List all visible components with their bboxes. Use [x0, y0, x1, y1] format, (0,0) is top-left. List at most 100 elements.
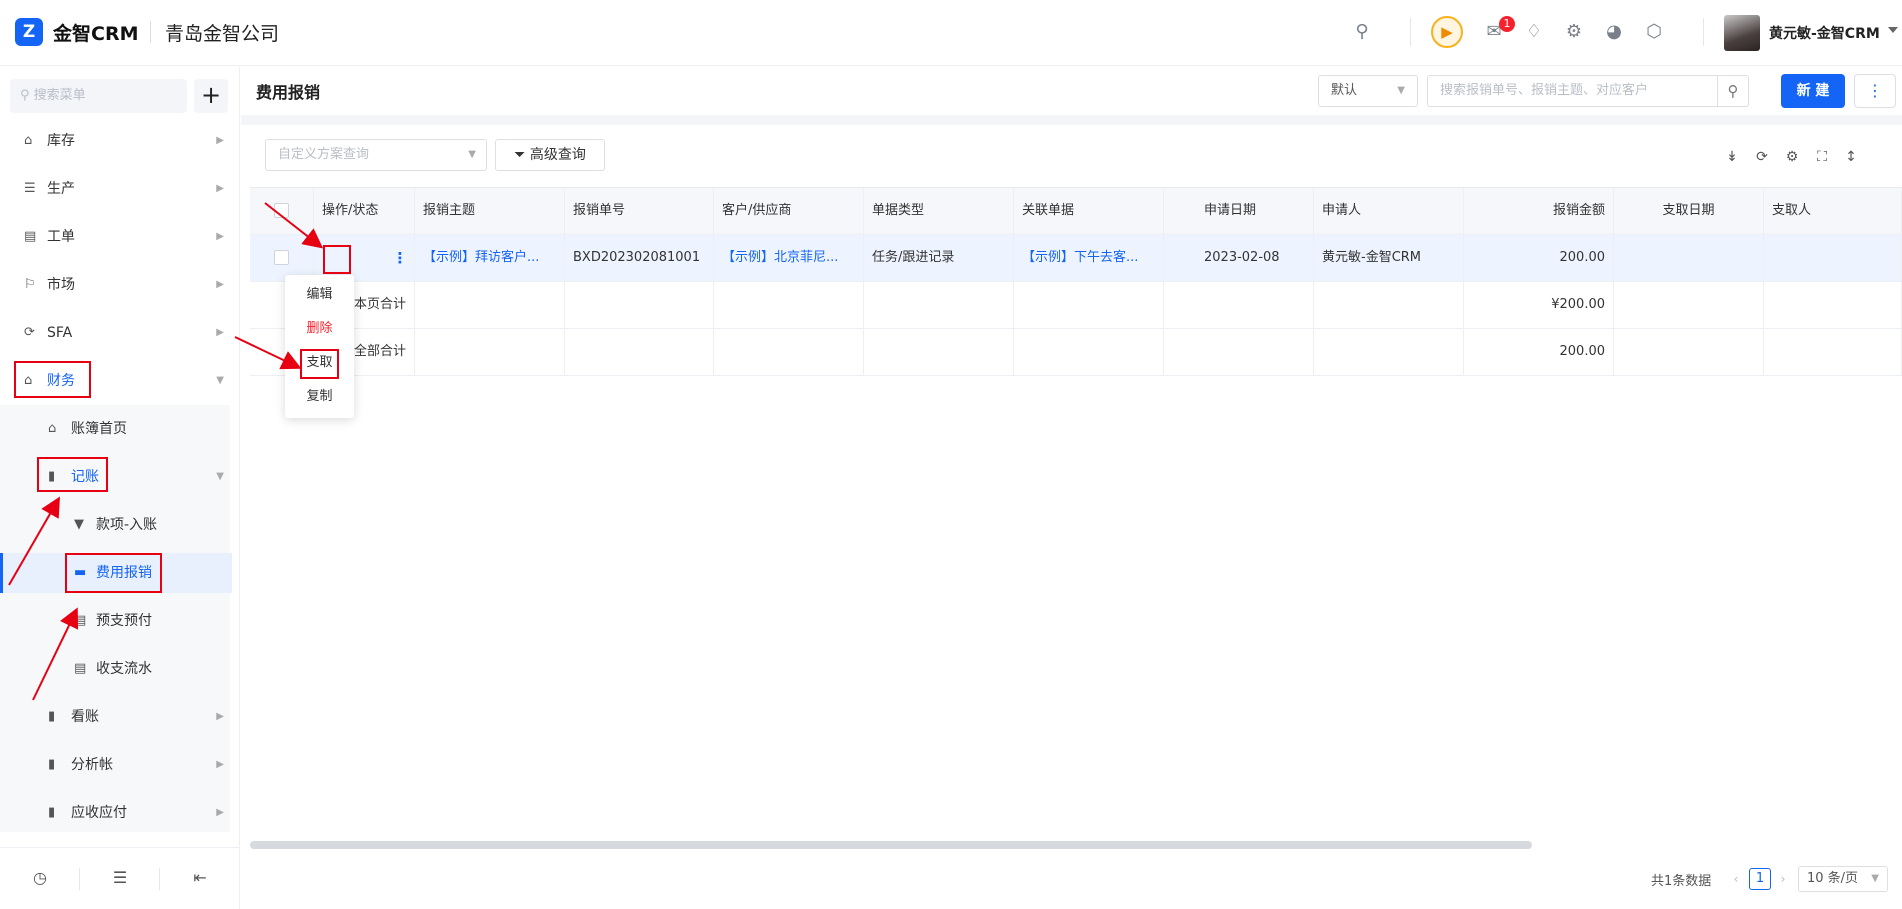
page-total-row: 本页合计 ¥200.00: [250, 282, 1902, 329]
chevron-down-icon[interactable]: [1888, 27, 1898, 33]
subject-link[interactable]: 【示例】拜访客户...: [415, 235, 565, 282]
sidebar-item-ledger-home[interactable]: ⌂ 账簿首页: [0, 409, 232, 449]
highlight-finance: [14, 361, 91, 398]
expand-all-icon[interactable]: ↡: [1722, 147, 1742, 167]
chevron-down-icon: ▼: [468, 149, 476, 160]
search-icon[interactable]: ⚲: [1351, 21, 1373, 43]
customer-link[interactable]: 【示例】北京菲尼...: [714, 235, 864, 282]
production-icon: ☰: [24, 181, 36, 196]
collapse-menu-icon[interactable]: ⇤: [188, 866, 212, 890]
footer-divider: [79, 868, 80, 890]
highlight-bookkeeping: [37, 457, 108, 492]
sidebar-item-label: 分析帐: [71, 757, 113, 773]
chevron-right-icon: ▶: [216, 711, 224, 722]
table-row[interactable]: ⋮ ■ 【示例】拜访客户... BXD202302081001 【示例】北京菲尼…: [250, 235, 1902, 282]
gear-icon[interactable]: ⚙: [1563, 21, 1585, 43]
menu-item-delete[interactable]: 删除: [285, 313, 354, 345]
sidebar-item-receivable[interactable]: ▮ 应收应付 ▶: [0, 793, 232, 833]
pie-chart-icon[interactable]: ◕: [1603, 21, 1625, 43]
sidebar-item-analysis[interactable]: ▮ 分析帐 ▶: [0, 745, 232, 785]
search-icon[interactable]: ⚲: [1717, 75, 1749, 107]
expense-search-input[interactable]: 搜索报销单号、报销主题、对应客户: [1427, 75, 1717, 107]
column-header[interactable]: 支取人: [1764, 188, 1902, 235]
add-menu-button[interactable]: +: [194, 79, 228, 113]
receipt-icon: ▼: [74, 517, 84, 532]
sidebar-item-sfa[interactable]: ⟳ SFA ▶: [0, 313, 232, 353]
sidebar-item-work-order[interactable]: ▤ 工单 ▶: [0, 217, 232, 257]
sliders-icon[interactable]: ☰: [108, 866, 132, 890]
sidebar-item-inventory[interactable]: ⌂ 库存 ▶: [0, 121, 232, 161]
sfa-icon: ⟳: [24, 325, 35, 340]
sidebar: ⚲ 搜索菜单 + ⌂ 库存 ▶ ☰ 生产 ▶ ▤ 工单 ▶ ⚐ 市场 ▶ ⟳ S…: [0, 67, 240, 909]
chevron-down-icon: ▼: [216, 375, 224, 386]
column-header[interactable]: 单据类型: [864, 188, 1014, 235]
chevron-right-icon: ▶: [216, 231, 224, 242]
highlight-row-more: [323, 245, 351, 274]
footer-divider: [159, 868, 160, 890]
sidebar-item-label: 款项-入账: [96, 517, 158, 533]
column-header[interactable]: 客户/供应商: [714, 188, 864, 235]
column-header[interactable]: 申请人: [1314, 188, 1464, 235]
header-divider: [1703, 18, 1704, 46]
advanced-query-button[interactable]: ⏷ 高级查询: [495, 139, 605, 171]
column-header[interactable]: 报销金额: [1464, 188, 1614, 235]
ledger-icon: ▤: [74, 661, 87, 676]
row-more-icon[interactable]: ⋮: [391, 247, 409, 269]
horizontal-scrollbar[interactable]: [250, 841, 1532, 849]
menu-item-edit[interactable]: 编辑: [285, 279, 354, 311]
sidebar-item-label: 预支预付: [96, 613, 152, 629]
next-page-icon[interactable]: ›: [1775, 868, 1791, 890]
header-divider: [150, 21, 151, 43]
top-header: Z 金智CRM 青岛金智公司 ⚲ ▶ ✉ 1 ♢ ⚙ ◕ ⬡ 黄元敏-金智CRM: [0, 0, 1902, 66]
settings-icon[interactable]: ⚙: [1782, 147, 1802, 167]
table-header: 操作/状态 报销主题 报销单号 客户/供应商 单据类型 关联单据 申请日期 申请…: [250, 188, 1902, 235]
more-actions-button[interactable]: ⋮: [1854, 74, 1896, 108]
folder-icon: ▮: [48, 805, 56, 820]
sidebar-item-prepay[interactable]: ▤ 预支预付: [0, 601, 232, 641]
row-height-icon[interactable]: ↕: [1841, 147, 1861, 167]
page-total-amount: ¥200.00: [1464, 282, 1614, 329]
folder-icon: ▮: [48, 757, 56, 772]
sidebar-item-market[interactable]: ⚐ 市场 ▶: [0, 265, 232, 305]
speaker-icon[interactable]: ▶: [1431, 16, 1463, 48]
bell-icon[interactable]: ♢: [1523, 21, 1545, 43]
user-name[interactable]: 黄元敏-金智CRM: [1769, 23, 1880, 43]
history-icon[interactable]: ◷: [28, 866, 52, 890]
refresh-icon[interactable]: ⟳: [1752, 147, 1772, 167]
sidebar-item-payment-entry[interactable]: ▼ 款项-入账: [0, 505, 232, 545]
column-header[interactable]: 支取日期: [1614, 188, 1764, 235]
all-total-row: 全部合计 200.00: [250, 329, 1902, 376]
column-header[interactable]: 操作/状态: [314, 188, 415, 235]
expense-table: 操作/状态 报销主题 报销单号 客户/供应商 单据类型 关联单据 申请日期 申请…: [250, 187, 1902, 376]
sidebar-item-bookkeeping[interactable]: ▮ 记账 ▼: [0, 457, 232, 497]
doc-type: 任务/跟进记录: [864, 235, 1014, 282]
fullscreen-icon[interactable]: ⛶: [1812, 147, 1832, 167]
chevron-down-icon: ▼: [1397, 85, 1405, 96]
menu-search-input[interactable]: ⚲ 搜索菜单: [10, 79, 187, 113]
new-button[interactable]: 新 建: [1781, 74, 1845, 108]
page-size-select[interactable]: 10 条/页 ▼: [1798, 866, 1888, 892]
page-number-current[interactable]: 1: [1749, 868, 1771, 890]
prepay-icon: ▤: [74, 613, 87, 628]
view-scheme-select[interactable]: 默认 ▼: [1318, 75, 1418, 107]
cube-icon[interactable]: ⬡: [1643, 21, 1665, 43]
company-name[interactable]: 青岛金智公司: [165, 19, 279, 46]
market-icon: ⚐: [24, 277, 36, 292]
chevron-down-icon: ▼: [1871, 873, 1879, 884]
avatar[interactable]: [1724, 15, 1760, 51]
menu-item-copy[interactable]: 复制: [285, 381, 354, 413]
custom-scheme-query[interactable]: 自定义方案查询 ▼: [265, 139, 487, 171]
select-all-checkbox[interactable]: [250, 188, 314, 235]
column-header[interactable]: 关联单据: [1014, 188, 1164, 235]
related-doc-link[interactable]: 【示例】下午去客...: [1014, 235, 1164, 282]
sidebar-item-cash-flow[interactable]: ▤ 收支流水: [0, 649, 232, 689]
sidebar-item-production[interactable]: ☰ 生产 ▶: [0, 169, 232, 209]
column-header[interactable]: 报销单号: [565, 188, 714, 235]
work-order-icon: ▤: [24, 229, 37, 244]
sidebar-item-view-books[interactable]: ▮ 看账 ▶: [0, 697, 232, 737]
prev-page-icon[interactable]: ‹: [1728, 868, 1744, 890]
column-header[interactable]: 报销主题: [415, 188, 565, 235]
sidebar-item-label: 生产: [47, 181, 75, 197]
active-indicator: [0, 553, 3, 593]
column-header[interactable]: 申请日期: [1164, 188, 1314, 235]
